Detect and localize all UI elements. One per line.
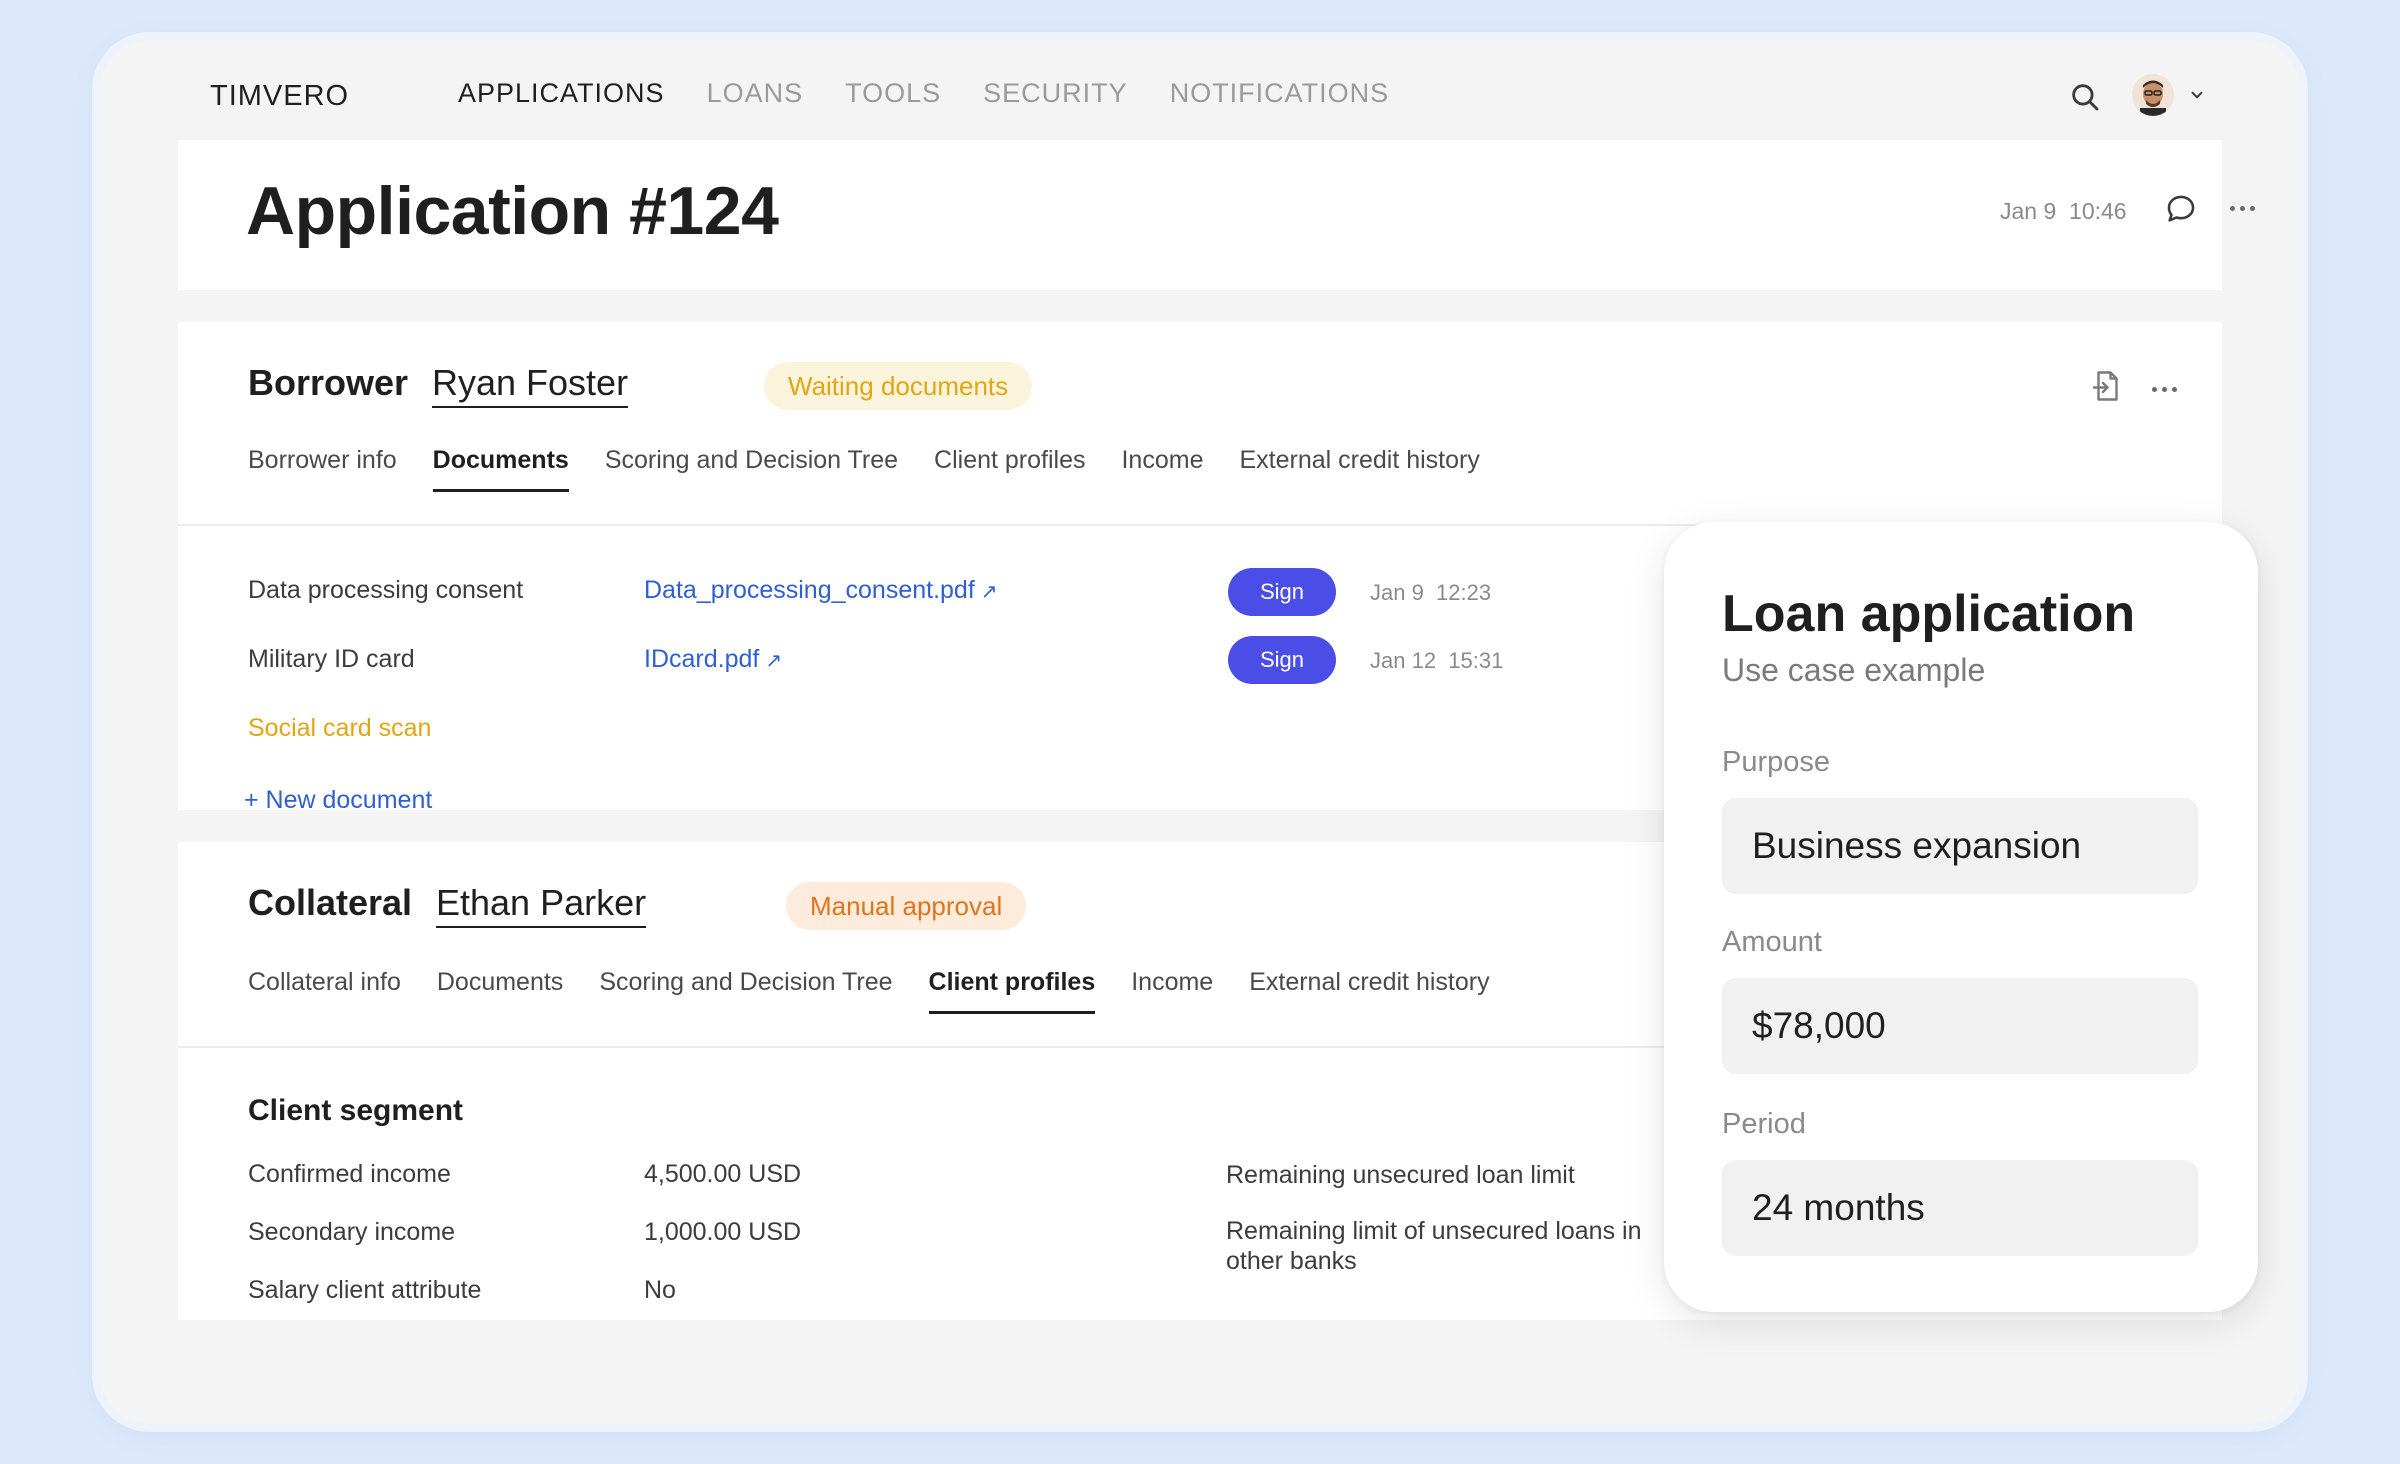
nav-item-notifications[interactable]: NOTIFICATIONS [1170,78,1390,109]
section-label-borrower: Borrower [248,362,409,403]
borrower-name-link[interactable]: Ryan Foster [432,362,629,408]
field-value: 1,000.00 USD [644,1218,802,1246]
nav-item-loans[interactable]: LOANS [707,78,804,109]
tab-scoring[interactable]: Scoring and Decision Tree [599,968,892,1014]
tab-external-credit-history[interactable]: External credit history [1249,968,1489,1014]
avatar [2132,74,2174,116]
status-badge: Waiting documents [764,362,1033,410]
comment-icon[interactable] [2164,192,2198,226]
chevron-down-icon [2191,91,2203,99]
nav-item-tools[interactable]: TOOLS [845,78,941,109]
tab-income[interactable]: Income [1131,968,1213,1014]
field-label: Secondary income [248,1218,456,1246]
purpose-field[interactable]: Business expansion [1722,798,2198,894]
document-label: Military ID card [248,645,415,673]
borrower-tabs: Borrower info Documents Scoring and Deci… [248,446,1480,492]
tab-documents[interactable]: Documents [432,446,569,492]
external-link-icon: ↗ [765,650,783,672]
document-link[interactable]: IDcard.pdf ↗ [644,645,782,674]
amount-field[interactable]: $78,000 [1722,978,2198,1074]
period-label: Period [1722,1108,1806,1140]
document-file-name: Data_processing_consent.pdf [644,576,975,604]
new-document-button[interactable]: + New document [244,786,432,815]
field-label: Confirmed income [248,1160,451,1188]
field-value: No [644,1276,676,1304]
more-icon[interactable] [2152,384,2182,394]
tab-documents[interactable]: Documents [437,968,563,1014]
document-link[interactable]: Data_processing_consent.pdf ↗ [644,576,998,605]
sign-button[interactable]: Sign [1228,568,1336,616]
amount-label: Amount [1722,926,1822,958]
document-label: Data processing consent [248,576,524,604]
more-icon[interactable] [2230,203,2260,213]
app-window: TIMVERO APPLICATIONS LOANS TOOLS SECURIT… [100,40,2300,1424]
period-field[interactable]: 24 months [1722,1160,2198,1256]
tab-external-credit-history[interactable]: External credit history [1239,446,1479,492]
application-header: Application #124 Jan 9 10:46 [178,140,2255,290]
collateral-tabs: Collateral info Documents Scoring and De… [248,968,1490,1014]
nav-item-applications[interactable]: APPLICATIONS [458,78,665,109]
tab-client-profiles[interactable]: Client profiles [928,968,1096,1014]
field-label: Remaining unsecured loan limit [1226,1161,1575,1189]
app-logo: TIMVERO [210,80,350,112]
document-date: Jan 12 15:31 [1370,648,1504,673]
tab-borrower-info[interactable]: Borrower info [248,446,397,492]
search-icon[interactable] [2068,80,2102,114]
field-label: Remaining limit of unsecured loans in ot… [1226,1217,1642,1275]
top-navigation: TIMVERO APPLICATIONS LOANS TOOLS SECURIT… [100,40,2300,140]
field-value: 4,500.00 USD [644,1160,802,1188]
field-label: Salary client attribute [248,1276,482,1304]
tab-income[interactable]: Income [1121,446,1203,492]
status-badge: Manual approval [786,882,1027,930]
tab-client-profiles[interactable]: Client profiles [934,446,1085,492]
user-menu[interactable] [2132,74,2206,116]
section-label-collateral: Collateral [248,882,413,923]
collateral-name-link[interactable]: Ethan Parker [436,882,647,928]
loan-card-title: Loan application [1722,585,2136,643]
page-title: Application #124 [246,173,779,249]
main-nav: APPLICATIONS LOANS TOOLS SECURITY NOTIFI… [458,78,1389,109]
tab-collateral-info[interactable]: Collateral info [248,968,401,1014]
purpose-label: Purpose [1722,746,1831,778]
tab-scoring[interactable]: Scoring and Decision Tree [605,446,898,492]
sign-button[interactable]: Sign [1228,636,1336,684]
client-segment-title: Client segment [248,1094,464,1127]
nav-item-security[interactable]: SECURITY [983,78,1128,109]
external-link-icon: ↗ [980,581,998,603]
loan-card-subtitle: Use case example [1722,652,1986,688]
document-label-missing[interactable]: Social card scan [248,714,431,743]
document-exchange-icon[interactable] [2088,368,2124,404]
document-file-name: IDcard.pdf [644,645,760,673]
loan-application-card: Loan application Use case example Purpos… [1664,522,2258,1312]
header-timestamp: Jan 9 10:46 [2000,198,2127,224]
document-date: Jan 9 12:23 [1370,580,1492,605]
